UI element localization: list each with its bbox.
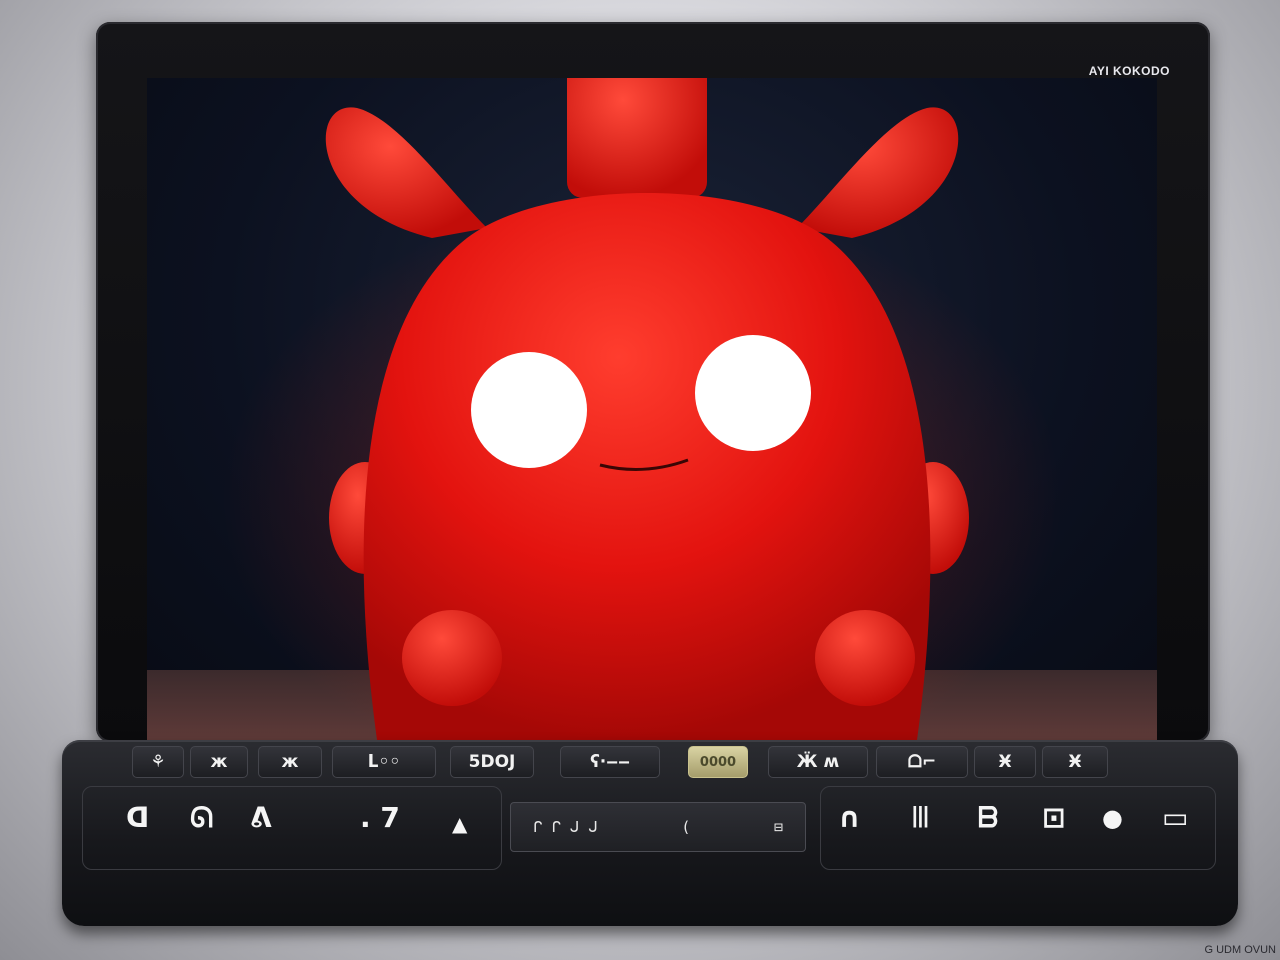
watermark-text: G UDM OVUN (1204, 944, 1277, 956)
control-bar: ⚘ ж ж ᒪ◦◦ 5DOJ ʕ·‒‒ 0000 Ӝ ʍ ᗝ⌐ Ӿ Ӿ ᗡ ᘏ … (62, 740, 1238, 926)
square-key[interactable]: ⊡ (1042, 798, 1065, 838)
right-eye (695, 335, 811, 451)
wave-key[interactable]: ᕕ (250, 798, 272, 838)
function-key-3[interactable]: ᒪ◦◦ (332, 746, 436, 778)
arch-key[interactable]: ∩ (838, 798, 861, 838)
function-key-6[interactable]: Ӝ ʍ (768, 746, 868, 778)
display-screen (147, 78, 1157, 740)
top-pipe (567, 78, 707, 198)
rect-key[interactable]: ▭ (1162, 798, 1188, 838)
function-key-5[interactable]: ʕ·‒‒ (560, 746, 660, 778)
function-key-1[interactable]: ж (190, 746, 248, 778)
function-key-4[interactable]: 5DOJ (450, 746, 534, 778)
brand-label: AYI KOKODO (1088, 64, 1170, 78)
eject-key[interactable]: ▲ (452, 804, 467, 844)
dot-key[interactable]: ● (1102, 798, 1123, 838)
indicator-led: 0000 (688, 746, 748, 778)
right-horn (797, 107, 959, 238)
left-foot (402, 610, 502, 706)
right-key-group (820, 786, 1216, 870)
status-display: ᒋ ᒋ ᒍ ᒍ ( ⊟ (510, 802, 806, 852)
right-foot (815, 610, 915, 706)
display-text-right: ⊟ (773, 818, 783, 836)
function-key-8[interactable]: Ӿ (974, 746, 1036, 778)
left-horn (325, 107, 487, 238)
number-key[interactable]: . 7 (360, 798, 400, 838)
menu-key[interactable]: ᘏ (190, 798, 213, 838)
display-text-mid: ( (681, 818, 691, 836)
function-key-9[interactable]: Ӿ (1042, 746, 1108, 778)
b-key[interactable]: ᗷ (978, 798, 998, 838)
function-key-2[interactable]: ж (258, 746, 322, 778)
function-key-7[interactable]: ᗝ⌐ (876, 746, 968, 778)
display-text-left: ᒋ ᒋ ᒍ ᒍ (533, 818, 598, 836)
left-eye (471, 352, 587, 468)
red-mascot-character (222, 78, 1062, 740)
person-key[interactable]: ⚘ (132, 746, 184, 778)
grid-key[interactable]: ꔖ (912, 798, 929, 838)
panel-key[interactable]: ᗡ (126, 798, 149, 838)
